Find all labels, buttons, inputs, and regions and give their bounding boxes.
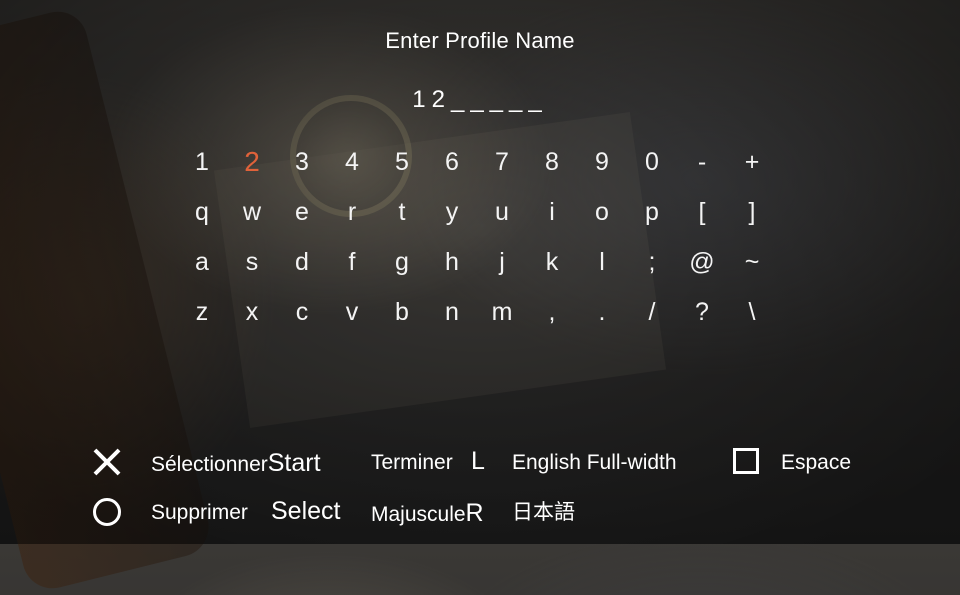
dialog-title: Enter Profile Name <box>385 28 575 53</box>
on-screen-keyboard: 1 2 3 4 5 6 7 8 9 0- + q w e r t y u i o p[] a s d f g h j k l; @ ~ z x c v… <box>177 145 777 345</box>
key[interactable]: w <box>227 195 277 245</box>
key[interactable]: b <box>377 295 427 345</box>
key[interactable]: j <box>477 245 527 295</box>
key[interactable]: n <box>427 295 477 345</box>
key[interactable]: p <box>627 195 677 245</box>
uppercase-legend[interactable]: MajusculeR <box>371 498 484 530</box>
key[interactable]: ? <box>677 295 727 345</box>
key[interactable]: 5 <box>377 145 427 195</box>
key[interactable]: c <box>277 295 327 345</box>
keyboard-row: 1 2 3 4 5 6 7 8 9 0- + <box>177 145 777 195</box>
key[interactable]: u <box>477 195 527 245</box>
key[interactable]: 7 <box>477 145 527 195</box>
key[interactable]: 1 <box>177 145 227 195</box>
keyboard-row: q w e r t y u i o p[] <box>177 195 777 245</box>
key[interactable]: 6 <box>427 145 477 195</box>
r-button-label: R <box>465 499 484 527</box>
fullwidth-toggle[interactable]: English Full-width <box>512 448 677 478</box>
finish-label[interactable]: Terminer <box>371 448 453 478</box>
key[interactable]: r <box>327 195 377 245</box>
key[interactable]: i <box>527 195 577 245</box>
key[interactable]: k <box>527 245 577 295</box>
key[interactable]: a <box>177 245 227 295</box>
key[interactable]: v <box>327 295 377 345</box>
key[interactable]: d <box>277 245 327 295</box>
japanese-toggle[interactable]: 日本語 <box>512 498 575 528</box>
key[interactable]: q <box>177 195 227 245</box>
key[interactable]: 9 <box>577 145 627 195</box>
l-button-label: L <box>471 447 485 475</box>
key[interactable]: ~ <box>727 245 777 295</box>
key[interactable]: @ <box>677 245 727 295</box>
key[interactable]: - <box>677 145 727 195</box>
start-button-label: Start <box>267 449 321 477</box>
key[interactable]: x <box>227 295 277 345</box>
circle-button-icon <box>93 498 121 526</box>
key[interactable]: 8 <box>527 145 577 195</box>
profile-name-field[interactable]: 12_____ <box>0 86 960 114</box>
keyboard-row: a s d f g h j k l; @ ~ <box>177 245 777 295</box>
key[interactable]: , <box>527 295 577 345</box>
uppercase-label: Majuscule <box>371 503 466 526</box>
key[interactable]: 2 <box>227 145 277 195</box>
select-button-label: Select <box>271 497 341 525</box>
key[interactable]: 3 <box>277 145 327 195</box>
square-button-icon <box>733 448 759 474</box>
key[interactable]: / <box>627 295 677 345</box>
key[interactable]: \ <box>727 295 777 345</box>
key[interactable]: g <box>377 245 427 295</box>
select-legend[interactable]: SélectionnerStart <box>151 448 321 480</box>
key[interactable]: y <box>427 195 477 245</box>
key[interactable]: ] <box>727 195 777 245</box>
key[interactable]: [ <box>677 195 727 245</box>
cross-button-icon <box>92 447 122 477</box>
select-label: Sélectionner <box>151 453 268 476</box>
key[interactable]: z <box>177 295 227 345</box>
key[interactable]: 0 <box>627 145 677 195</box>
key[interactable]: 4 <box>327 145 377 195</box>
key[interactable]: ; <box>627 245 677 295</box>
key[interactable]: o <box>577 195 627 245</box>
keyboard-row: z x c v b n m,. /? \ <box>177 295 777 345</box>
key[interactable]: . <box>577 295 627 345</box>
key[interactable]: h <box>427 245 477 295</box>
key[interactable]: t <box>377 195 427 245</box>
key[interactable]: e <box>277 195 327 245</box>
key[interactable]: l <box>577 245 627 295</box>
space-label[interactable]: Espace <box>781 448 851 478</box>
key[interactable]: s <box>227 245 277 295</box>
delete-label[interactable]: Supprimer <box>151 498 248 528</box>
key[interactable]: m <box>477 295 527 345</box>
key[interactable]: f <box>327 245 377 295</box>
key[interactable]: + <box>727 145 777 195</box>
